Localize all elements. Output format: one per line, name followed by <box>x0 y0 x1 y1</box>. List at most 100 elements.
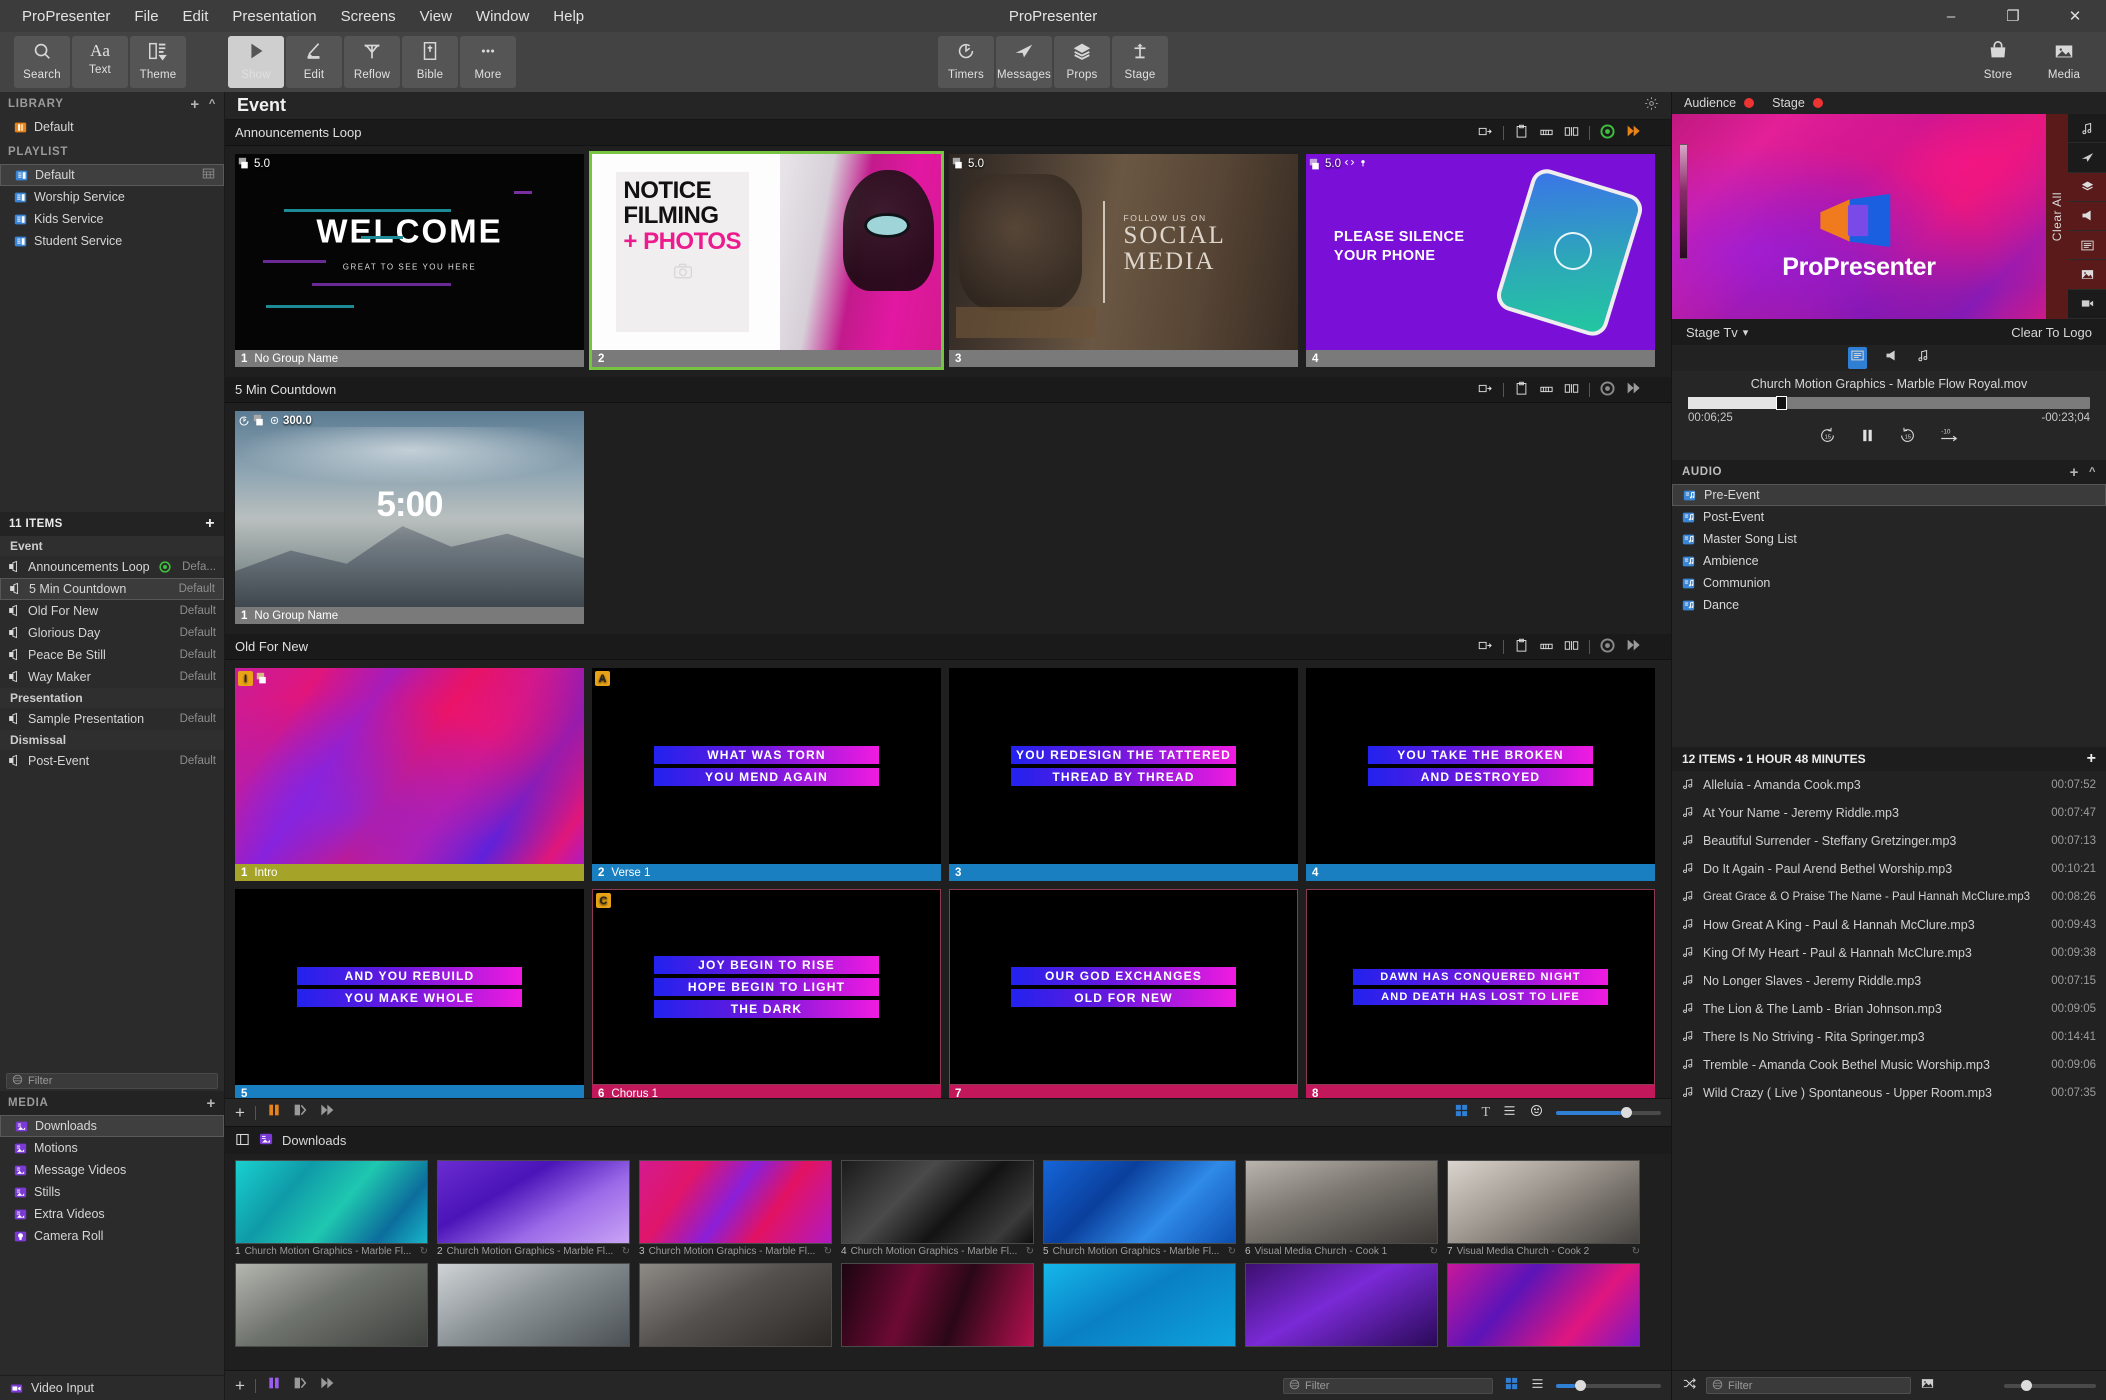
audio-filter-input[interactable]: Filter <box>1706 1377 1911 1394</box>
slide-thumbnail[interactable]: NOTICE FILMING + PHOTOS <box>592 154 941 350</box>
media-thumbnail[interactable] <box>1043 1263 1236 1347</box>
close-button[interactable]: ✕ <box>2044 0 2106 32</box>
list-view-icon[interactable] <box>1530 1376 1545 1396</box>
slide-thumbnail[interactable]: DAWN HAS CONQUERED NIGHT AND DEATH HAS L… <box>1306 889 1655 1085</box>
audio-playlist-ambience[interactable]: Ambience <box>1672 550 2106 572</box>
slide-thumbnail[interactable]: 5.0 PLEASE SILENCE YOUR PHONE <box>1306 154 1655 350</box>
slide-1[interactable]: 5.0 WELCOME GREAT TO SEE YOU HERE 1 No G… <box>235 154 584 367</box>
clear-audio-icon[interactable] <box>2068 114 2106 144</box>
media-item-9[interactable] <box>437 1263 630 1347</box>
arrangement-icon[interactable] <box>1539 124 1554 142</box>
add-track-button[interactable]: + <box>2087 750 2096 768</box>
audience-preview[interactable]: ProPresenter <box>1672 114 2046 319</box>
compare-icon[interactable] <box>1564 638 1579 656</box>
grid-icon[interactable] <box>202 167 215 183</box>
track-row[interactable]: Beautiful Surrender - Steffany Gretzinge… <box>1672 827 2106 855</box>
rewind-15-icon[interactable]: 15 <box>1818 426 1837 450</box>
slide-thumbnail[interactable]: 5.0 FOLLOW US ON SOCIAL MEDIA <box>949 154 1298 350</box>
grid-view-icon[interactable] <box>1504 1376 1519 1396</box>
stage-screen-select[interactable]: Stage Tv <box>1686 325 1738 340</box>
audio-collapse-icon[interactable]: ^ <box>2089 466 2096 478</box>
item-sample-presentation[interactable]: Sample Presentation Default <box>0 708 224 730</box>
clear-messages-icon[interactable] <box>2068 143 2106 173</box>
clear-video-input-icon[interactable] <box>2068 290 2106 319</box>
clear-slide-icon[interactable] <box>292 1102 308 1123</box>
clear-announcements-icon[interactable] <box>2068 201 2106 232</box>
advance-icon[interactable] <box>1625 637 1641 656</box>
sidebar-playlist-student-service[interactable]: Student Service <box>0 230 224 252</box>
slide-ofn-5[interactable]: AND YOU REBUILD YOU MAKE WHOLE 5 <box>235 889 584 1098</box>
audio-playlist-communion[interactable]: Communion <box>1672 572 2106 594</box>
sidebar-playlist-kids-service[interactable]: Kids Service <box>0 208 224 230</box>
media-folder-downloads[interactable]: Downloads <box>0 1115 224 1138</box>
edit-button[interactable]: Edit <box>286 36 342 88</box>
gear-icon[interactable] <box>1644 96 1659 116</box>
media-zoom-slider[interactable] <box>1556 1379 1661 1391</box>
library-item-default[interactable]: Default <box>0 116 224 138</box>
track-row[interactable]: Great Grace & O Praise The Name - Paul H… <box>1672 883 2106 911</box>
live-indicator-icon[interactable] <box>1600 123 1615 142</box>
slide-ofn-7[interactable]: OUR GOD EXCHANGES OLD FOR NEW 7 <box>949 889 1298 1098</box>
sidebar-filter-input[interactable]: Filter <box>6 1072 218 1089</box>
track-row[interactable]: At Your Name - Jeremy Riddle.mp3 00:07:47 <box>1672 799 2106 827</box>
media-add-icon[interactable]: + <box>207 1095 216 1112</box>
menu-edit[interactable]: Edit <box>171 4 221 29</box>
media-item-7[interactable]: 7 Visual Media Church - Cook 2 ↻ <box>1447 1160 1640 1257</box>
media-item-14[interactable] <box>1447 1263 1640 1347</box>
media-thumbnail[interactable] <box>1245 1263 1438 1347</box>
track-row[interactable]: How Great A King - Paul & Hannah McClure… <box>1672 911 2106 939</box>
slide-ofn-3[interactable]: YOU REDESIGN THE TATTERED THREAD BY THRE… <box>949 668 1298 881</box>
item-way-maker[interactable]: Way Maker Default <box>0 666 224 688</box>
audio-playlist-dance[interactable]: Dance <box>1672 594 2106 616</box>
media-folder-extra-videos[interactable]: Extra Videos <box>0 1203 224 1225</box>
media-item-5[interactable]: 5 Church Motion Graphics - Marble Fl... ↻ <box>1043 1160 1236 1257</box>
slide-ofn-2[interactable]: A WHAT WAS TORN YOU MEND AGAIN 2 Verse 1 <box>592 668 941 881</box>
tab-audience[interactable]: Audience <box>1684 96 1736 110</box>
chevron-down-icon[interactable]: ▾ <box>1743 326 1749 339</box>
clipboard-icon[interactable] <box>1514 381 1529 399</box>
track-row[interactable]: The Lion & The Lamb - Brian Johnson.mp3 0… <box>1672 995 2106 1023</box>
skip-to-end-icon[interactable]: -10 <box>1939 426 1960 450</box>
list-view-icon[interactable] <box>1502 1103 1517 1123</box>
tab-stage[interactable]: Stage <box>1772 96 1805 110</box>
grid-view-icon[interactable] <box>1454 1103 1469 1123</box>
next-slide-icon[interactable] <box>318 1102 334 1123</box>
audio-playlist-master-song-list[interactable]: Master Song List <box>1672 528 2106 550</box>
media-item-6[interactable]: 6 Visual Media Church - Cook 1 ↻ <box>1245 1160 1438 1257</box>
stage-button[interactable]: Stage <box>1112 36 1168 88</box>
messages-button[interactable]: Messages <box>996 36 1052 88</box>
library-add-icon[interactable]: + <box>190 96 199 113</box>
media-thumbnail[interactable] <box>841 1160 1034 1244</box>
menu-window[interactable]: Window <box>464 4 541 29</box>
media-thumbnail[interactable] <box>235 1160 428 1244</box>
live-indicator-icon[interactable] <box>1600 637 1615 656</box>
media-item-10[interactable] <box>639 1263 832 1347</box>
media-thumbnail[interactable] <box>235 1263 428 1347</box>
next-media-icon[interactable] <box>318 1375 334 1396</box>
player-scrubber[interactable] <box>1688 396 2090 410</box>
slide-ofn-1[interactable]: I 1 Intro <box>235 668 584 881</box>
slide-thumbnail[interactable]: I <box>235 668 584 864</box>
media-folder-motions[interactable]: Motions <box>0 1137 224 1159</box>
track-row[interactable]: There Is No Striving - Rita Springer.mp3… <box>1672 1023 2106 1051</box>
add-media-button[interactable]: + <box>235 1376 245 1396</box>
compare-icon[interactable] <box>1564 124 1579 142</box>
store-button[interactable]: Store <box>1970 36 2026 88</box>
props-button[interactable]: Props <box>1054 36 1110 88</box>
media-thumbnail[interactable] <box>841 1263 1034 1347</box>
pause-icon[interactable] <box>266 1375 282 1396</box>
media-item-2[interactable]: 2 Church Motion Graphics - Marble Fl... ↻ <box>437 1160 630 1257</box>
clipboard-icon[interactable] <box>1514 638 1529 656</box>
minimize-button[interactable]: – <box>1920 0 1982 32</box>
forward-15-icon[interactable]: 15 <box>1898 426 1917 450</box>
media-thumbnail[interactable] <box>437 1263 630 1347</box>
clear-slide-icon[interactable] <box>2068 231 2106 261</box>
scrubber-handle[interactable] <box>1776 396 1788 410</box>
media-thumbnail[interactable] <box>1447 1263 1640 1347</box>
advance-icon[interactable] <box>1625 380 1641 399</box>
slide-3[interactable]: 5.0 FOLLOW US ON SOCIAL MEDIA 3 <box>949 154 1298 367</box>
slide-thumbnail[interactable]: A WHAT WAS TORN YOU MEND AGAIN <box>592 668 941 864</box>
add-slide-button[interactable]: + <box>235 1103 245 1123</box>
zoom-slider[interactable] <box>1556 1106 1661 1118</box>
reflow-button[interactable]: Reflow <box>344 36 400 88</box>
